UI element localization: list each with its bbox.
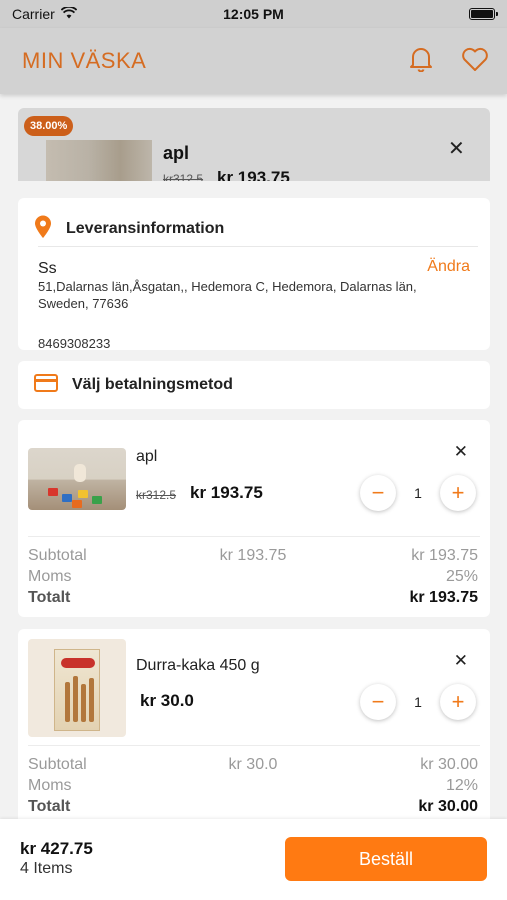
product-name: Durra-kaka 450 g [136, 657, 260, 674]
subtotal-unit: kr 30.0 [228, 756, 278, 773]
bell-icon[interactable] [409, 46, 433, 77]
payment-heading: Välj betalningsmetod [72, 376, 233, 393]
subtotal-row: Subtotal kr 30.0 kr 30.00 [28, 756, 478, 774]
page-title: MIN VÄSKA [22, 48, 147, 73]
payment-method-button[interactable]: Välj betalningsmetod [18, 361, 490, 409]
increase-button[interactable]: + [440, 475, 476, 511]
subtotal-label: Subtotal [28, 547, 87, 564]
wifi-icon [60, 6, 78, 22]
recipient-name: Ss [38, 260, 57, 277]
item-count: 4 Items [20, 860, 73, 877]
carrier-label: Carrier [12, 6, 55, 22]
product-price: kr 30.0 [140, 691, 194, 710]
checkout-sheet: Leveransinformation Ss Ändra 51,Dalarnas… [0, 181, 507, 819]
divider [28, 745, 480, 746]
delivery-header: Leveransinformation [18, 198, 490, 246]
decrease-button[interactable]: − [360, 684, 396, 720]
quantity-stepper: − 1 + [360, 684, 476, 720]
old-price: kr312.5 [136, 488, 177, 502]
order-button[interactable]: Beställ [285, 837, 487, 881]
moms-value: 12% [445, 777, 478, 794]
background-product-image [46, 140, 152, 182]
divider [28, 536, 480, 537]
moms-label: Moms [28, 568, 72, 585]
total-row: Totalt kr 30.00 [28, 798, 478, 816]
quantity-value: 1 [414, 485, 422, 501]
total-label: Totalt [28, 798, 71, 815]
status-bar: Carrier 12:05 PM [0, 0, 507, 28]
total-label: Totalt [28, 589, 71, 606]
location-pin-icon [34, 215, 52, 244]
product-image [28, 448, 126, 510]
checkout-footer: kr 427.75 4 Items Beställ [0, 819, 507, 900]
discount-badge: 38.00% [24, 116, 74, 136]
product-price: kr 193.75 [190, 483, 263, 502]
phone-number: 8469308233 [38, 336, 111, 351]
heart-icon[interactable] [461, 46, 489, 77]
subtotal-value: kr 30.00 [420, 756, 478, 773]
moms-row: Moms 12% [28, 777, 478, 795]
delivery-card: Leveransinformation Ss Ändra 51,Dalarnas… [18, 198, 490, 351]
quantity-stepper: − 1 + [360, 475, 476, 511]
delivery-heading: Leveransinformation [66, 220, 225, 237]
change-address-button[interactable]: Ändra [427, 258, 470, 276]
payment-header: Välj betalningsmetod [18, 361, 490, 409]
moms-label: Moms [28, 777, 72, 794]
moms-value: 25% [445, 568, 478, 585]
product-name: apl [136, 448, 158, 465]
divider [38, 246, 478, 247]
cart-item: apl kr312.5 kr 193.75 ✕ − 1 + Subtotal k… [18, 420, 490, 617]
subtotal-value: kr 193.75 [411, 547, 478, 564]
carrier-group: Carrier [12, 6, 78, 22]
close-icon[interactable]: ✕ [454, 442, 468, 462]
quantity-value: 1 [414, 694, 422, 710]
subtotal-row: Subtotal kr 193.75 kr 193.75 [28, 547, 478, 565]
close-icon[interactable]: ✕ [454, 651, 468, 671]
increase-button[interactable]: + [440, 684, 476, 720]
credit-card-icon [34, 373, 58, 397]
decrease-button[interactable]: − [360, 475, 396, 511]
app-header: MIN VÄSKA [0, 28, 507, 94]
subtotal-label: Subtotal [28, 756, 87, 773]
close-icon[interactable]: ✕ [448, 136, 465, 161]
address-text: 51,Dalarnas län,Åsgatan,, Hedemora C, He… [38, 279, 417, 311]
total-value: kr 193.75 [409, 589, 478, 606]
cart-item: Durra-kaka 450 g kr 30.0 ✕ − 1 + Subtota… [18, 629, 490, 819]
background-product-name: apl [163, 143, 190, 163]
battery-icon [469, 8, 498, 20]
total-row: Totalt kr 193.75 [28, 589, 478, 607]
moms-row: Moms 25% [28, 568, 478, 586]
product-image [28, 639, 126, 737]
total-value: kr 30.00 [418, 798, 478, 815]
header-actions [409, 46, 489, 77]
cart-total: kr 427.75 [20, 839, 93, 858]
subtotal-unit: kr 193.75 [219, 547, 287, 564]
